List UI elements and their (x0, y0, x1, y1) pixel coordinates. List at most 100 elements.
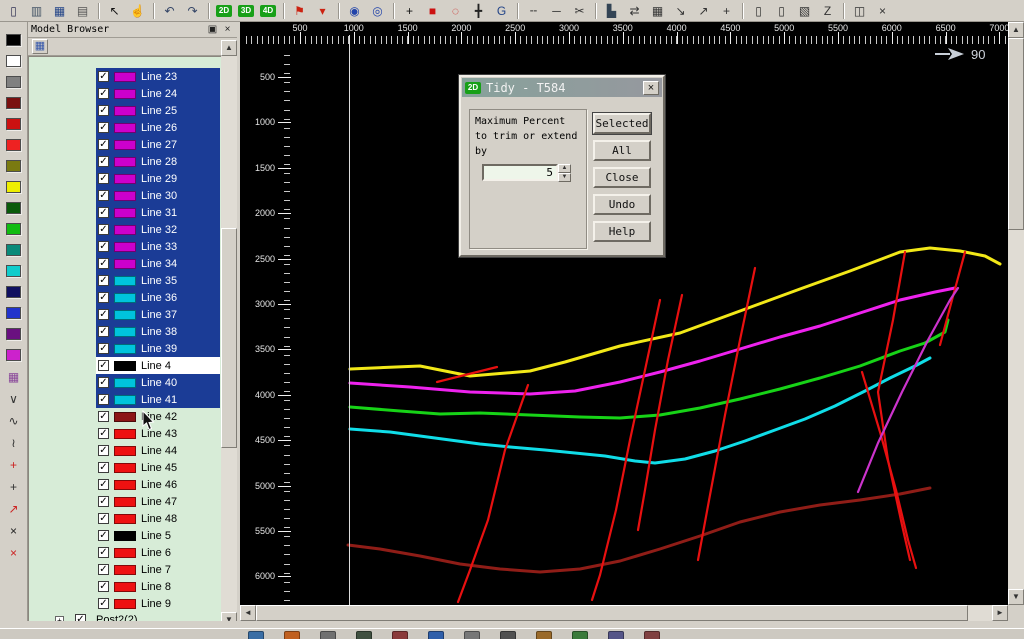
visibility-checkbox[interactable]: ✓ (98, 88, 109, 99)
palette-color-swatch-8[interactable] (6, 202, 21, 214)
taskbar-app-icon-10[interactable] (608, 631, 624, 639)
visibility-checkbox[interactable]: ✓ (98, 122, 109, 133)
tree-item-line-8[interactable]: ✓ Line 8 (29, 578, 221, 595)
visibility-checkbox[interactable]: ✓ (98, 173, 109, 184)
wiggle-pick-tool-icon[interactable]: ≀ (6, 436, 22, 450)
visibility-checkbox[interactable]: ✓ (98, 496, 109, 507)
scroll-up-icon[interactable]: ▲ (221, 40, 237, 56)
visibility-checkbox[interactable]: ✓ (98, 326, 109, 337)
tree-item-line-31[interactable]: ✓ Line 31 (29, 204, 221, 221)
visibility-checkbox[interactable]: ✓ (98, 309, 109, 320)
tree-item-line-4[interactable]: ✓ Line 4 (29, 357, 221, 374)
taskbar-app-icon-6[interactable] (464, 631, 480, 639)
dash-style-icon[interactable]: ╌ (525, 2, 542, 19)
view-3d-icon[interactable]: 3D (238, 4, 254, 17)
palette-color-swatch-11[interactable] (6, 265, 21, 277)
dialog-button-all[interactable]: All (593, 140, 651, 161)
dialog-button-close[interactable]: Close (593, 167, 651, 188)
taskbar-app-icon-8[interactable] (536, 631, 552, 639)
tree-item-line-43[interactable]: ✓ Line 43 (29, 425, 221, 442)
visibility-checkbox[interactable]: ✓ (98, 479, 109, 490)
layout-icon[interactable]: ▧ (796, 2, 813, 19)
tree-item-line-23[interactable]: ✓ Line 23 (29, 68, 221, 85)
palette-color-swatch-2[interactable] (6, 76, 21, 88)
visibility-checkbox[interactable]: ✓ (98, 360, 109, 371)
palette-color-swatch-5[interactable] (6, 139, 21, 151)
visibility-checkbox[interactable]: ✓ (98, 428, 109, 439)
scrollbar-thumb[interactable] (221, 228, 237, 448)
visibility-checkbox[interactable]: ✓ (98, 394, 109, 405)
taskbar-app-icon-9[interactable] (572, 631, 588, 639)
visibility-checkbox[interactable]: ✓ (98, 411, 109, 422)
diagonal-up-icon[interactable]: ↗ (695, 2, 712, 19)
palette-color-swatch-7[interactable] (6, 181, 21, 193)
visibility-checkbox[interactable]: ✓ (98, 207, 109, 218)
move-tool-icon[interactable]: ╋ (470, 2, 487, 19)
palette-color-swatch-10[interactable] (6, 244, 21, 256)
delete-tool-icon[interactable]: × (6, 524, 22, 538)
visibility-checkbox[interactable]: ✓ (98, 156, 109, 167)
tree-item-line-38[interactable]: ✓ Line 38 (29, 323, 221, 340)
palette-color-swatch-13[interactable] (6, 307, 21, 319)
page-copy-icon[interactable]: ▯ (773, 2, 790, 19)
taskbar-app-icon-1[interactable] (284, 631, 300, 639)
tree-item-line-42[interactable]: ✓ Line 42 (29, 408, 221, 425)
tree-item-line-6[interactable]: ✓ Line 6 (29, 544, 221, 561)
palette-more-icon[interactable]: ▦ (6, 370, 22, 384)
pan-tool-icon[interactable]: ☝ (129, 2, 146, 19)
undo-icon[interactable]: ↶ (161, 2, 178, 19)
tree-item-line-26[interactable]: ✓ Line 26 (29, 119, 221, 136)
visibility-checkbox[interactable]: ✓ (98, 343, 109, 354)
palette-color-swatch-6[interactable] (6, 160, 21, 172)
redo-icon[interactable]: ↷ (184, 2, 201, 19)
visibility-checkbox[interactable]: ✓ (98, 564, 109, 575)
new-document-icon[interactable]: ▯ (5, 2, 22, 19)
tree-item-line-35[interactable]: ✓ Line 35 (29, 272, 221, 289)
dialog-close-icon[interactable]: × (643, 80, 659, 95)
tree-item-line-5[interactable]: ✓ Line 5 (29, 527, 221, 544)
tree-item-line-28[interactable]: ✓ Line 28 (29, 153, 221, 170)
taskbar-app-icon-5[interactable] (428, 631, 444, 639)
tree-item-line-40[interactable]: ✓ Line 40 (29, 374, 221, 391)
spinner-up-icon[interactable]: ▲ (558, 164, 571, 173)
visibility-checkbox[interactable]: ✓ (98, 139, 109, 150)
vertical-scrollbar[interactable]: ▲ ▼ (1008, 22, 1024, 605)
scroll-up-icon[interactable]: ▲ (1008, 22, 1024, 38)
window-icon[interactable]: ◫ (851, 2, 868, 19)
visibility-checkbox[interactable]: ✓ (98, 190, 109, 201)
visibility-checkbox[interactable]: ✓ (98, 71, 109, 82)
tree-item-line-47[interactable]: ✓ Line 47 (29, 493, 221, 510)
dialog-button-selected[interactable]: Selected (592, 112, 652, 135)
tree-item-line-33[interactable]: ✓ Line 33 (29, 238, 221, 255)
palette-color-swatch-15[interactable] (6, 349, 21, 361)
close-tool-icon[interactable]: × (874, 2, 891, 19)
taskbar-app-icon-4[interactable] (392, 631, 408, 639)
dialog-button-help[interactable]: Help (593, 221, 651, 242)
table-icon[interactable]: ▦ (649, 2, 666, 19)
tree-item-line-45[interactable]: ✓ Line 45 (29, 459, 221, 476)
taskbar-app-icon-11[interactable] (644, 631, 660, 639)
scroll-down-icon[interactable]: ▼ (1008, 589, 1024, 605)
palette-color-swatch-3[interactable] (6, 97, 21, 109)
percent-input[interactable] (482, 164, 558, 181)
page-list-icon[interactable]: ▯ (750, 2, 767, 19)
tree-item-line-48[interactable]: ✓ Line 48 (29, 510, 221, 527)
palette-color-swatch-1[interactable] (6, 55, 21, 67)
tree-item-line-25[interactable]: ✓ Line 25 (29, 102, 221, 119)
marker-tool-icon[interactable]: ▾ (314, 2, 331, 19)
scroll-right-icon[interactable]: ► (992, 605, 1008, 621)
palette-color-swatch-12[interactable] (6, 286, 21, 298)
swap-axes-icon[interactable]: ⇄ (626, 2, 643, 19)
visibility-checkbox[interactable]: ✓ (98, 513, 109, 524)
visibility-checkbox[interactable]: ✓ (98, 462, 109, 473)
visibility-checkbox[interactable]: ✓ (98, 445, 109, 456)
cross-tool-icon[interactable]: + (6, 458, 22, 472)
scrollbar-thumb[interactable] (1008, 38, 1024, 230)
percent-spinner[interactable]: ▲ ▼ (558, 164, 571, 182)
scroll-tools-icon[interactable]: ∨ (6, 392, 22, 406)
taskbar-app-icon-7[interactable] (500, 631, 516, 639)
tree-item-line-24[interactable]: ✓ Line 24 (29, 85, 221, 102)
model-browser-scrollbar[interactable]: ▲ ▼ (221, 40, 237, 628)
print-icon[interactable]: ▤ (74, 2, 91, 19)
tree-item-line-37[interactable]: ✓ Line 37 (29, 306, 221, 323)
